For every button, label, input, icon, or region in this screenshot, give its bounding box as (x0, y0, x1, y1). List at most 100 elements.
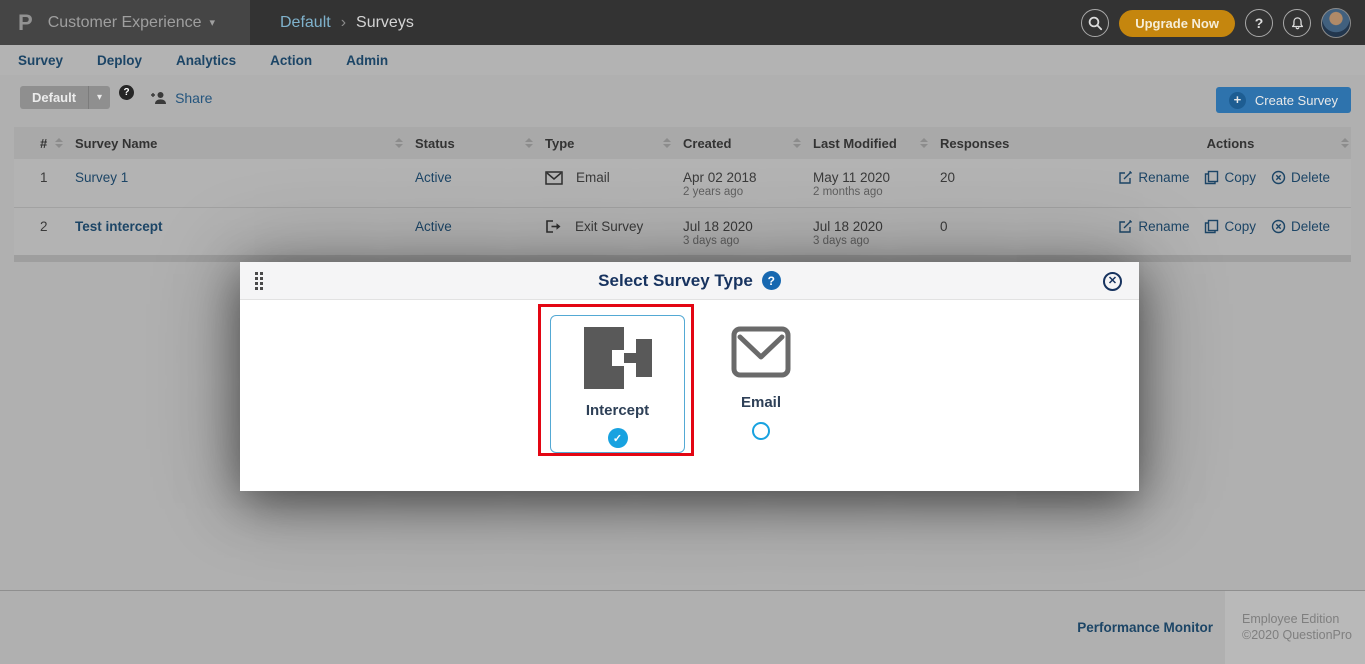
questionpro-logo: P (18, 10, 33, 36)
nav-item-action[interactable]: Action (270, 53, 312, 68)
workspace-label: Customer Experience (48, 14, 202, 32)
select-survey-type-modal: Select Survey Type ? ✕ Intercept ✓ Email (240, 262, 1139, 491)
bell-icon (1290, 16, 1305, 31)
modal-header: Select Survey Type ? ✕ (240, 262, 1139, 300)
workspace-dropdown[interactable]: Customer Experience ▾ (48, 14, 215, 32)
sort-icon[interactable] (525, 138, 533, 148)
type-label: Email (576, 170, 610, 185)
user-avatar[interactable] (1321, 8, 1351, 38)
app-root: P Customer Experience ▾ Default › Survey… (0, 0, 1365, 664)
col-header-modified[interactable]: Last Modified (813, 136, 940, 151)
option-email[interactable]: Email (706, 315, 816, 440)
created-date: Jul 18 2020 (683, 219, 813, 234)
intercept-icon (584, 327, 652, 389)
create-survey-label: Create Survey (1255, 93, 1338, 108)
option-intercept[interactable]: Intercept ✓ (550, 315, 685, 453)
copy-button[interactable]: Copy (1204, 170, 1256, 185)
status-badge: Active (415, 219, 452, 234)
topbar-actions: Upgrade Now ? (1081, 8, 1351, 38)
email-icon (545, 171, 563, 185)
add-user-icon (150, 90, 168, 106)
breadcrumb-current: Surveys (356, 14, 414, 32)
col-header-status[interactable]: Status (415, 136, 545, 151)
rename-button[interactable]: Rename (1118, 219, 1189, 234)
edition-name: Employee Edition (1242, 611, 1352, 627)
edition-info: Employee Edition ©2020 QuestionPro (1242, 611, 1352, 643)
col-header-actions[interactable]: Actions (1110, 136, 1351, 151)
folder-select-label: Default (20, 86, 88, 109)
row-index: 2 (14, 208, 75, 255)
modal-title: Select Survey Type (598, 271, 753, 291)
created-date: Apr 02 2018 (683, 170, 813, 185)
plus-icon: + (1229, 92, 1246, 109)
surveys-table: # Survey Name Status Type Created Last M… (14, 127, 1351, 262)
responses-count: 0 (940, 208, 1110, 255)
modified-date: May 11 2020 (813, 170, 940, 185)
breadcrumb-separator: › (341, 14, 346, 32)
created-ago: 3 days ago (683, 234, 813, 248)
nav-item-admin[interactable]: Admin (346, 53, 388, 68)
help-button[interactable]: ? (1245, 9, 1273, 37)
type-label: Exit Survey (575, 219, 643, 234)
sort-icon[interactable] (1341, 138, 1349, 148)
created-ago: 2 years ago (683, 185, 813, 199)
modified-ago: 3 days ago (813, 234, 940, 248)
footer-divider (0, 590, 1365, 591)
option-intercept-label: Intercept (551, 402, 684, 419)
close-icon[interactable]: ✕ (1103, 272, 1122, 291)
delete-icon (1271, 219, 1286, 234)
performance-monitor-link[interactable]: Performance Monitor (1077, 620, 1213, 635)
col-header-responses[interactable]: Responses (940, 136, 1110, 151)
upgrade-now-button[interactable]: Upgrade Now (1119, 10, 1235, 37)
sort-icon[interactable] (663, 138, 671, 148)
sort-icon[interactable] (920, 138, 928, 148)
modified-date: Jul 18 2020 (813, 219, 940, 234)
top-bar: P Customer Experience ▾ Default › Survey… (0, 0, 1365, 45)
sort-icon[interactable] (793, 138, 801, 148)
main-nav: Survey Deploy Analytics Action Admin (0, 45, 1365, 75)
table-row: 2 Test intercept Active Exit Survey Jul … (14, 207, 1351, 255)
sort-icon[interactable] (395, 138, 403, 148)
rename-icon (1118, 170, 1133, 185)
table-footer-band (14, 255, 1351, 262)
survey-name-link[interactable]: Test intercept (75, 219, 163, 234)
radio-selected-icon[interactable]: ✓ (608, 428, 628, 448)
table-row: 1 Survey 1 Active Email Apr 02 2018 2 ye… (14, 159, 1351, 207)
status-badge: Active (415, 170, 452, 185)
delete-icon (1271, 170, 1286, 185)
exit-survey-icon (545, 219, 562, 234)
delete-button[interactable]: Delete (1271, 170, 1330, 185)
share-label: Share (175, 90, 212, 106)
nav-item-analytics[interactable]: Analytics (176, 53, 236, 68)
row-index: 1 (14, 159, 75, 207)
folder-help-icon[interactable]: ? (119, 85, 134, 100)
search-button[interactable] (1081, 9, 1109, 37)
breadcrumb-folder[interactable]: Default (280, 14, 331, 32)
nav-item-deploy[interactable]: Deploy (97, 53, 142, 68)
table-header-row: # Survey Name Status Type Created Last M… (14, 127, 1351, 159)
col-header-created[interactable]: Created (683, 136, 813, 151)
copyright: ©2020 QuestionPro (1242, 627, 1352, 643)
folder-select-button[interactable]: Default ▾ (20, 86, 110, 109)
rename-button[interactable]: Rename (1118, 170, 1189, 185)
notifications-button[interactable] (1283, 9, 1311, 37)
modal-help-icon[interactable]: ? (762, 271, 781, 290)
create-survey-button[interactable]: + Create Survey (1216, 87, 1351, 113)
copy-icon (1204, 219, 1219, 234)
sort-icon[interactable] (55, 138, 63, 148)
copy-button[interactable]: Copy (1204, 219, 1256, 234)
radio-unselected-icon[interactable] (752, 422, 770, 440)
share-button[interactable]: Share (150, 90, 212, 106)
copy-icon (1204, 170, 1219, 185)
col-header-index[interactable]: # (14, 136, 75, 151)
modal-body: Intercept ✓ Email (240, 300, 1139, 490)
survey-name-link[interactable]: Survey 1 (75, 170, 128, 185)
col-header-type[interactable]: Type (545, 136, 683, 151)
col-header-name[interactable]: Survey Name (75, 136, 415, 151)
toolbar: Default ▾ ? Share (20, 85, 212, 110)
drag-handle-icon[interactable] (255, 272, 263, 290)
nav-item-survey[interactable]: Survey (18, 53, 63, 68)
responses-count: 20 (940, 159, 1110, 207)
chevron-down-icon[interactable]: ▾ (88, 86, 110, 109)
delete-button[interactable]: Delete (1271, 219, 1330, 234)
